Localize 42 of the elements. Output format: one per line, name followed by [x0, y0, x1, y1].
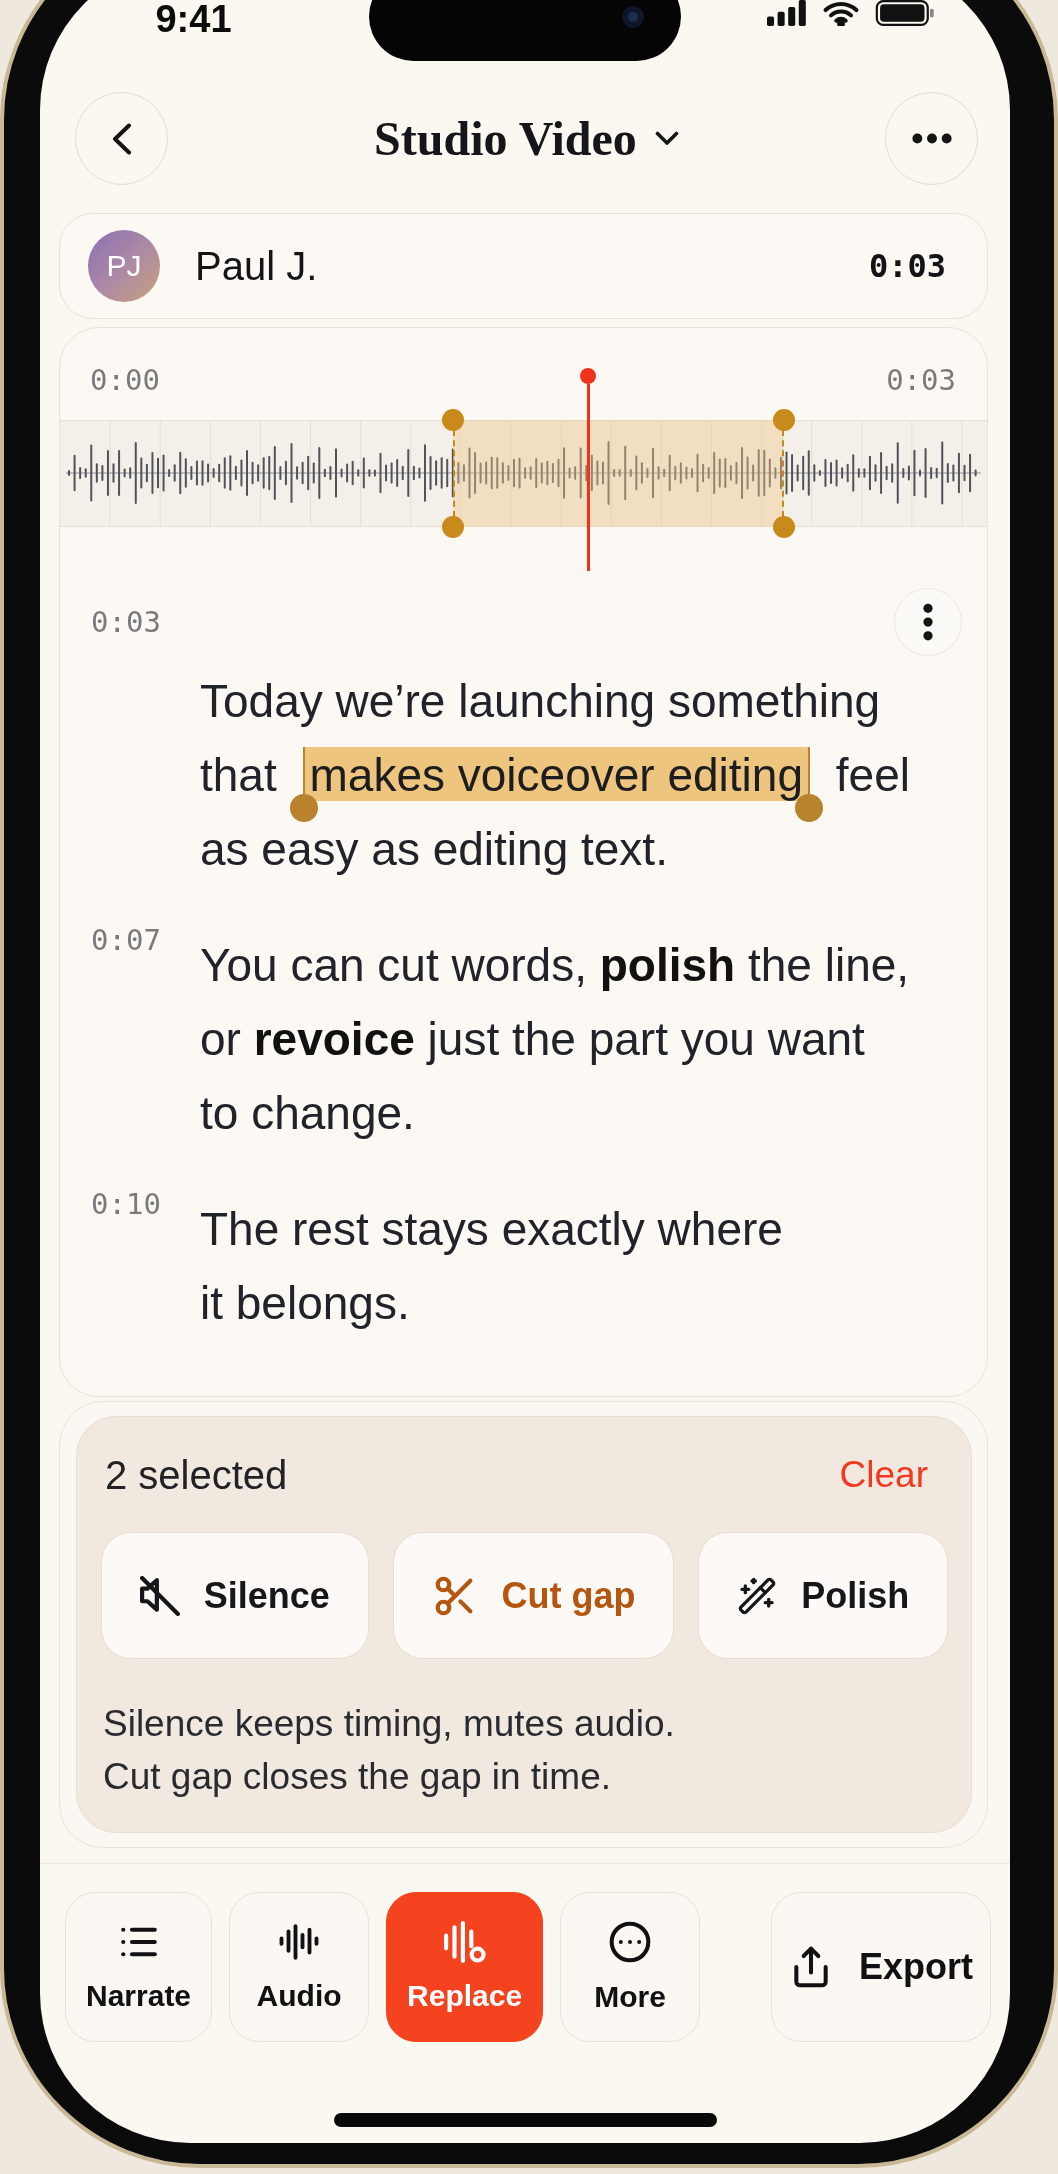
vertical-ellipsis-icon: [923, 603, 933, 641]
trim-handle[interactable]: [442, 516, 465, 538]
trim-handle[interactable]: [442, 409, 465, 431]
sound-bars-icon: [278, 1921, 321, 1963]
tool-button[interactable]: More: [560, 1892, 701, 2042]
tool-button[interactable]: Audio: [229, 1892, 370, 2042]
selection-handle[interactable]: [289, 794, 318, 822]
text-selection[interactable]: makes voiceover editing: [289, 747, 823, 822]
avatar: PJ: [88, 230, 160, 302]
speaker-name: Paul J.: [195, 243, 318, 289]
timestamp: 0:10: [91, 1192, 161, 1216]
muted-speaker-icon: [139, 1575, 180, 1616]
action-button[interactable]: Cut gap: [392, 1532, 675, 1659]
timestamp: 0:07: [91, 928, 161, 952]
selection-count: 2 selected: [105, 1452, 288, 1498]
playhead-knob[interactable]: [580, 368, 597, 384]
battery-icon: [874, 0, 935, 26]
help-text: Silence keeps timing, mutes audio. Cut gap closes the gap in time.: [103, 1702, 676, 1799]
time-label: 0:03: [886, 363, 956, 398]
chevron-down-icon: [654, 131, 679, 146]
tool-button[interactable]: Narrate: [65, 1892, 213, 2042]
signal-icon: [766, 0, 807, 26]
timestamp: 0:03: [91, 610, 161, 634]
export-button[interactable]: Export: [771, 1892, 991, 2042]
trim-handle[interactable]: [773, 409, 795, 431]
duration-label: 0:03: [868, 247, 946, 285]
camera-lens-icon: [622, 6, 644, 28]
chevron-left-icon: [110, 122, 133, 155]
magic-wand-icon: [737, 1575, 778, 1616]
action-button[interactable]: Polish: [698, 1532, 948, 1659]
ellipsis-circle-icon: [608, 1920, 653, 1964]
status-time: 9:41: [155, 0, 232, 38]
title-dropdown[interactable]: Studio Video: [374, 111, 679, 166]
wifi-icon: [822, 0, 859, 26]
transcript-paragraph: You can cut words, polish the line, or revoice just the part you want to change.: [200, 938, 911, 1141]
transcript-paragraph: The rest stays exactly where it belongs.: [200, 1202, 784, 1331]
time-label: 0:00: [90, 363, 160, 398]
ellipsis-icon: [911, 133, 952, 144]
sound-bars-circle-icon: [443, 1921, 486, 1963]
tool-button[interactable]: Replace: [386, 1892, 544, 2042]
action-button[interactable]: Silence: [101, 1532, 369, 1659]
transcript-paragraph: Today we’re launching something that makes voiceover editing feel as easy as editing text.: [200, 674, 911, 877]
